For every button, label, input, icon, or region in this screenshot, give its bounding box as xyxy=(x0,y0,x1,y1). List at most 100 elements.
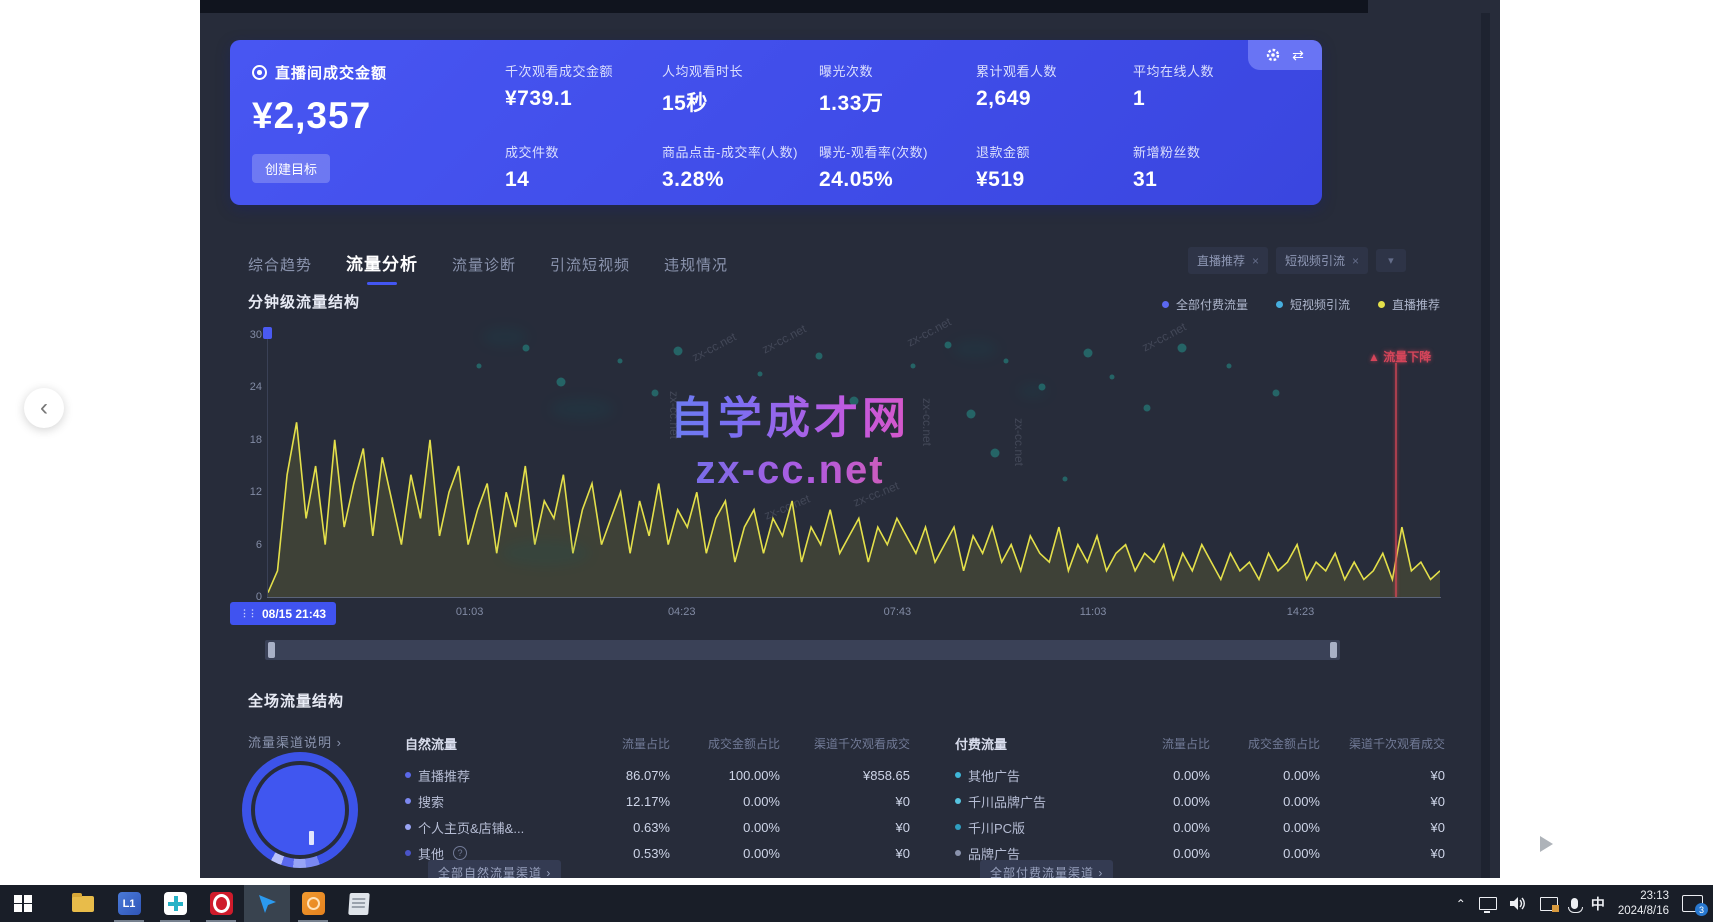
metric-label: 商品点击-成交率(人数) xyxy=(662,142,819,161)
play-icon[interactable] xyxy=(1540,836,1553,852)
system-tray: ⌃ 中 23:13 2024/8/16 3 xyxy=(1456,885,1713,922)
filter-dropdown-icon[interactable]: ▾ xyxy=(1376,249,1406,272)
channel-label: 其他广告 xyxy=(968,766,1020,785)
orange-app-icon xyxy=(302,892,325,915)
filter-chip[interactable]: 直播推荐× xyxy=(1188,247,1268,274)
watermark-tile: zx-cc.net xyxy=(760,322,809,357)
scrollbar[interactable] xyxy=(1481,13,1490,878)
legend-label: 全部付费流量 xyxy=(1176,296,1248,313)
legend-label: 短视频引流 xyxy=(1290,296,1350,313)
traffic-share: 0.63% xyxy=(575,820,670,835)
tab[interactable]: 综合趋势 xyxy=(248,254,312,287)
y-tick-label: 24 xyxy=(236,381,262,393)
table-header-cell: 流量占比 xyxy=(1115,735,1210,752)
orange-app-button[interactable] xyxy=(290,885,336,922)
volume-icon[interactable] xyxy=(1510,897,1527,911)
blue-l1-app-button[interactable]: L1 xyxy=(106,885,152,922)
snip-tool-icon[interactable] xyxy=(1540,897,1558,911)
banner-metric: 新增粉丝数31 xyxy=(1133,142,1290,192)
slider-right-handle[interactable] xyxy=(1330,642,1337,658)
gmv-share: 0.00% xyxy=(1210,846,1320,861)
banner-title: 直播间成交金额 xyxy=(275,62,387,83)
slider-left-handle[interactable] xyxy=(268,642,275,658)
legend-dot xyxy=(1378,301,1385,308)
legend-item[interactable]: 直播推荐 xyxy=(1378,296,1440,313)
tab[interactable]: 违规情况 xyxy=(664,254,728,287)
notepad-app-button[interactable] xyxy=(336,885,382,922)
y-axis-line xyxy=(267,331,268,597)
y-tick-label: 6 xyxy=(236,539,262,551)
filter-chip[interactable]: 短视频引流× xyxy=(1276,247,1368,274)
window-top-strip xyxy=(200,0,1368,13)
red-o-app-button[interactable] xyxy=(198,885,244,922)
gmv-share: 100.00% xyxy=(670,768,780,783)
legend-label: 直播推荐 xyxy=(1392,296,1440,313)
video-artifact-blob xyxy=(952,340,998,358)
chip-close-icon[interactable]: × xyxy=(1352,254,1359,268)
notification-badge: 3 xyxy=(1695,903,1708,916)
help-icon[interactable]: ? xyxy=(453,846,467,860)
channel-name: 搜索 xyxy=(405,792,575,811)
metric-value: ¥739.1 xyxy=(505,87,662,111)
metric-label: 人均观看时长 xyxy=(662,61,819,80)
channel-name: 千川PC版 xyxy=(955,818,1115,837)
banner-metric: 成交件数14 xyxy=(505,142,662,192)
gmv-value: ¥2,357 xyxy=(252,95,387,137)
teal-plus-icon xyxy=(164,892,187,915)
donut-hole xyxy=(251,761,349,859)
table-header-cell: 成交金额占比 xyxy=(670,735,780,752)
channel-dot xyxy=(405,798,411,804)
table-row: 搜索12.17%0.00%¥0 xyxy=(405,788,910,814)
traffic-alert-badge[interactable]: ▲ 流量下降 xyxy=(1368,348,1431,365)
per-mille-gmv: ¥0 xyxy=(1320,794,1445,809)
legend-item[interactable]: 短视频引流 xyxy=(1276,296,1350,313)
minute-chart-svg xyxy=(268,335,1440,597)
tab[interactable]: 引流短视频 xyxy=(550,254,630,287)
tab[interactable]: 流量诊断 xyxy=(452,254,516,287)
gmv-share: 0.00% xyxy=(670,820,780,835)
table-row: 其他广告0.00%0.00%¥0 xyxy=(955,762,1445,788)
banner-title-row: 直播间成交金额 xyxy=(252,62,387,83)
all-natural-channels-link[interactable]: 全部自然流量渠道 › xyxy=(428,860,561,878)
banner-metric: 退款金额¥519 xyxy=(976,142,1133,192)
channel-dot xyxy=(955,850,961,856)
blue-pointer-app-button[interactable] xyxy=(244,885,290,922)
metric-value: 3.28% xyxy=(662,168,819,192)
channel-name: 其他广告 xyxy=(955,766,1115,785)
dashboard-window: ⇄ 直播间成交金额 ¥2,357 创建目标 千次观看成交金额¥739.1人均观看… xyxy=(200,0,1500,878)
all-paid-channels-link[interactable]: 全部付费流量渠道 › xyxy=(980,860,1113,878)
display-icon[interactable] xyxy=(1479,897,1497,910)
swap-icon[interactable]: ⇄ xyxy=(1292,48,1304,62)
file-explorer-button[interactable] xyxy=(60,885,106,922)
watermark-tile: zx-cc.net xyxy=(1012,418,1026,466)
per-mille-gmv: ¥0 xyxy=(780,846,910,861)
x-axis-line xyxy=(267,597,1441,598)
chip-close-icon[interactable]: × xyxy=(1252,254,1259,268)
ime-indicator[interactable]: 中 xyxy=(1591,894,1605,914)
table-header-cell: 流量占比 xyxy=(575,735,670,752)
channel-help-link[interactable]: 流量渠道说明 › xyxy=(248,732,342,751)
create-goal-button[interactable]: 创建目标 xyxy=(252,154,330,183)
tray-date: 2024/8/16 xyxy=(1618,904,1669,919)
tab[interactable]: 流量分析 xyxy=(346,250,418,287)
metric-value: 14 xyxy=(505,168,662,192)
gear-icon[interactable] xyxy=(1266,48,1280,62)
notification-center-icon[interactable]: 3 xyxy=(1682,895,1703,912)
tray-expand-icon[interactable]: ⌃ xyxy=(1456,897,1466,911)
banner-metric: 人均观看时长15秒 xyxy=(662,61,819,117)
prev-video-button[interactable]: ‹ xyxy=(24,388,64,428)
channel-dot xyxy=(955,824,961,830)
metric-value: 1.33万 xyxy=(819,87,976,117)
legend-item[interactable]: 全部付费流量 xyxy=(1162,296,1248,313)
metric-value: 31 xyxy=(1133,168,1290,192)
microphone-icon[interactable] xyxy=(1571,898,1578,909)
channel-name: 千川品牌广告 xyxy=(955,792,1115,811)
axis-handle[interactable] xyxy=(263,327,272,339)
traffic-share: 0.53% xyxy=(575,846,670,861)
chart-range-slider[interactable] xyxy=(265,640,1340,660)
start-button[interactable] xyxy=(0,885,46,922)
clock[interactable]: 23:13 2024/8/16 xyxy=(1618,889,1669,919)
teal-plus-app-button[interactable] xyxy=(152,885,198,922)
gmv-banner: ⇄ 直播间成交金额 ¥2,357 创建目标 千次观看成交金额¥739.1人均观看… xyxy=(230,40,1322,205)
x-start-label[interactable]: ⋮⋮ 08/15 21:43 xyxy=(230,602,336,625)
